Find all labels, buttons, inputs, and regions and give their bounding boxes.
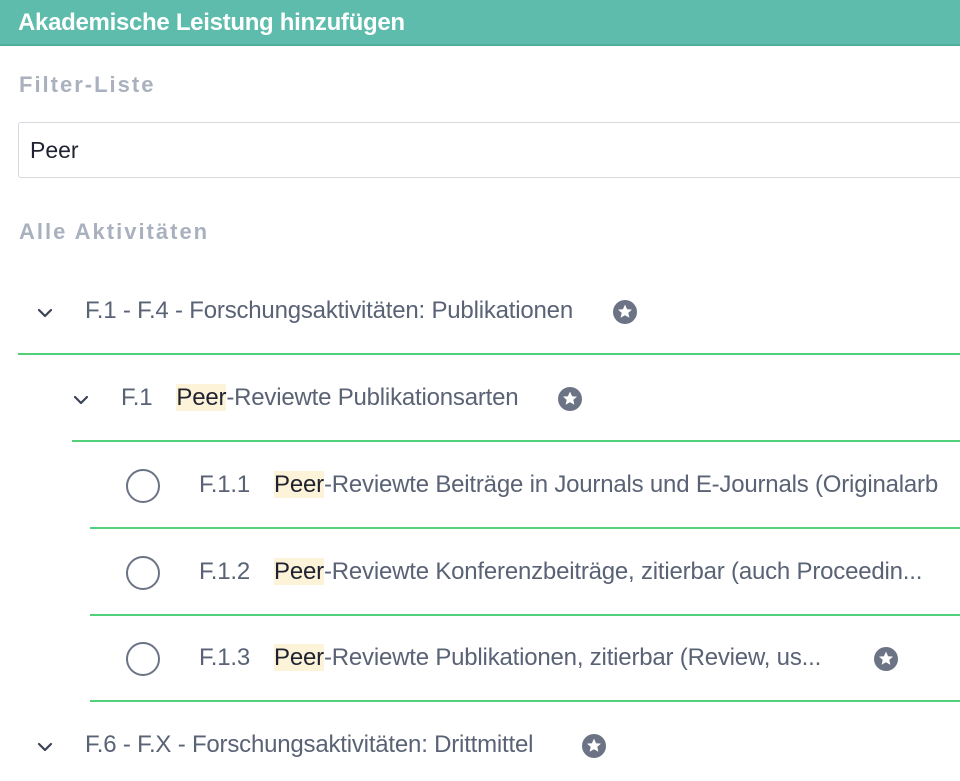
- star-circle-icon[interactable]: [873, 646, 899, 672]
- activity-item[interactable]: F.1.2 Peer-Reviewte Konferenzbeiträge, zi…: [0, 553, 960, 593]
- search-highlight: Peer: [274, 644, 324, 671]
- activity-code: F.1: [121, 384, 153, 411]
- activity-code: F.1.1: [199, 471, 251, 498]
- activity-title: -Reviewte Beiträge in Journals und E-Jou…: [323, 471, 938, 498]
- search-highlight: Peer: [274, 558, 324, 585]
- divider: [90, 614, 960, 616]
- activity-title: -Reviewte Konferenzbeiträge, zitierbar (…: [323, 558, 923, 585]
- divider: [18, 353, 960, 355]
- star-circle-icon[interactable]: [612, 299, 638, 325]
- tree-subgroup-peer-reviewed-types[interactable]: F.1 Peer-Reviewte Publikationsarten: [0, 379, 960, 419]
- radio-circle-icon[interactable]: [126, 642, 160, 676]
- chevron-down-icon[interactable]: [34, 302, 56, 324]
- tree-group-title: F.1 - F.4 - Forschungsaktivitäten: Publi…: [85, 297, 573, 324]
- tree-subgroup-label: F.1 Peer-Reviewte Publikationsarten: [121, 384, 519, 412]
- divider: [90, 527, 960, 529]
- activity-label: F.1.3 Peer-Reviewte Publikationen, zitier…: [199, 644, 821, 672]
- filter-input[interactable]: [18, 122, 960, 178]
- activity-item[interactable]: F.1.1 Peer-Reviewte Beiträge in Journals …: [0, 466, 960, 506]
- divider: [72, 440, 960, 442]
- activity-label: F.1.1 Peer-Reviewte Beiträge in Journals …: [199, 471, 938, 499]
- chevron-down-icon[interactable]: [70, 389, 92, 411]
- dialog-header: Akademische Leistung hinzufügen: [0, 0, 960, 46]
- tree-group-third-party-funding[interactable]: F.6 - F.X - Forschungsaktivitäten: Dritt…: [0, 726, 960, 766]
- radio-circle-icon[interactable]: [126, 556, 160, 590]
- search-highlight: Peer: [176, 384, 227, 411]
- activity-title: -Reviewte Publikationen, zitierbar (Revi…: [323, 644, 822, 671]
- all-activities-label: Alle Aktivitäten: [19, 219, 210, 244]
- tree-group-title: F.6 - F.X - Forschungsaktivitäten: Dritt…: [85, 731, 534, 758]
- activity-item[interactable]: F.1.3 Peer-Reviewte Publikationen, zitier…: [0, 639, 960, 679]
- activity-title: -Reviewte Publikationsarten: [226, 384, 519, 411]
- activity-code: F.1.2: [199, 558, 251, 585]
- search-highlight: Peer: [274, 471, 324, 498]
- activity-label: F.1.2 Peer-Reviewte Konferenzbeiträge, zi…: [199, 558, 922, 586]
- dialog-title: Akademische Leistung hinzufügen: [18, 9, 405, 36]
- tree-group-publications[interactable]: F.1 - F.4 - Forschungsaktivitäten: Publi…: [0, 292, 960, 332]
- radio-circle-icon[interactable]: [126, 469, 160, 503]
- chevron-down-icon[interactable]: [34, 736, 56, 758]
- activity-code: F.1.3: [199, 644, 251, 671]
- divider: [90, 700, 960, 702]
- star-circle-icon[interactable]: [581, 733, 607, 759]
- star-circle-icon[interactable]: [557, 386, 583, 412]
- filter-list-label: Filter-Liste: [19, 72, 156, 97]
